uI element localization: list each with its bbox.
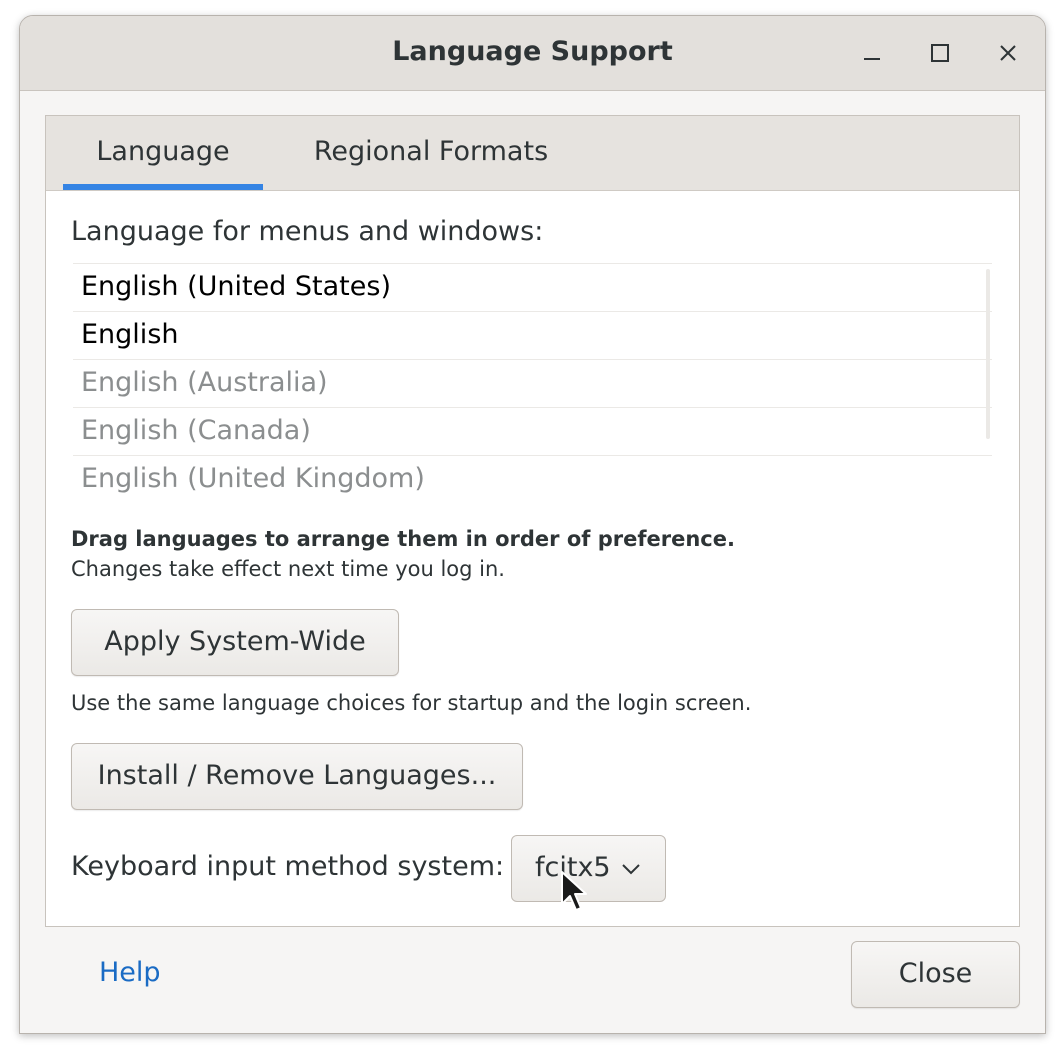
drag-hint: Drag languages to arrange them in order … xyxy=(71,527,735,551)
language-list[interactable]: English (United States) English English … xyxy=(73,263,992,503)
minimize-icon xyxy=(864,58,880,60)
language-support-window: Language Support Language Regional Forma… xyxy=(19,15,1046,1034)
language-label: English xyxy=(81,319,179,350)
apply-description: Use the same language choices for startu… xyxy=(71,691,752,715)
minimize-button[interactable] xyxy=(855,36,889,70)
list-item[interactable]: English (Australia) xyxy=(73,359,992,407)
keyboard-input-method-dropdown[interactable]: fcitx5 xyxy=(511,835,666,902)
tab-bar: Language Regional Formats xyxy=(46,116,1019,191)
active-tab-indicator xyxy=(63,184,263,190)
language-label: English (Australia) xyxy=(81,367,328,398)
maximize-button[interactable] xyxy=(923,36,957,70)
apply-system-wide-button[interactable]: Apply System-Wide xyxy=(71,609,399,676)
window-title: Language Support xyxy=(392,36,673,67)
maximize-icon xyxy=(931,44,949,62)
tab-language[interactable]: Language xyxy=(63,136,263,190)
language-label: English (United States) xyxy=(81,271,391,302)
list-item[interactable]: English (Canada) xyxy=(73,407,992,455)
chevron-down-icon xyxy=(622,864,640,875)
list-item[interactable]: English (United States) xyxy=(73,263,992,311)
close-icon xyxy=(1000,45,1016,61)
tab-notebook: Language Regional Formats Language for m… xyxy=(45,115,1020,927)
title-bar[interactable]: Language Support xyxy=(20,16,1045,91)
list-item[interactable]: English xyxy=(73,311,992,359)
list-scrollbar[interactable] xyxy=(986,269,990,439)
close-window-button[interactable] xyxy=(991,36,1025,70)
close-button[interactable]: Close xyxy=(851,941,1020,1008)
tab-regional-formats[interactable]: Regional Formats xyxy=(301,136,561,190)
list-item[interactable]: English (United Kingdom) xyxy=(73,455,992,503)
help-link[interactable]: Help xyxy=(99,957,161,988)
changes-hint: Changes take effect next time you log in… xyxy=(71,557,505,581)
install-remove-languages-button[interactable]: Install / Remove Languages... xyxy=(71,743,523,810)
language-section-label: Language for menus and windows: xyxy=(71,216,544,247)
language-label: English (United Kingdom) xyxy=(81,463,425,494)
language-label: English (Canada) xyxy=(81,415,311,446)
keyboard-input-label: Keyboard input method system: xyxy=(71,851,505,882)
mouse-pointer-icon xyxy=(561,871,587,911)
